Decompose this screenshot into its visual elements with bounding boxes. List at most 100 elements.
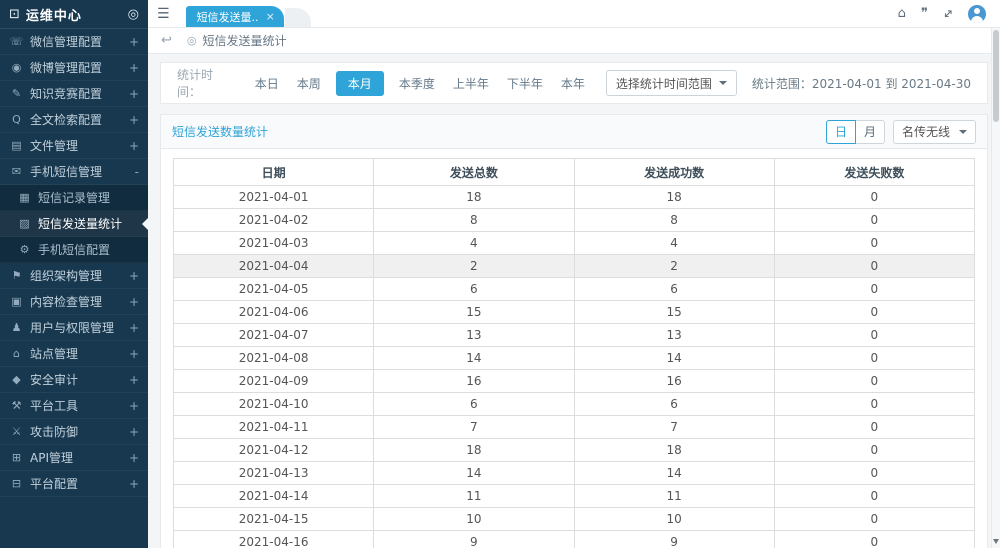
- table-row[interactable]: 2021-04-11770: [174, 416, 975, 439]
- table-cell: 4: [374, 232, 574, 255]
- filter-option[interactable]: 本年: [561, 75, 585, 92]
- sidebar-toggle-icon[interactable]: ☰: [157, 6, 170, 22]
- sidebar-item-label: 手机短信管理: [30, 163, 131, 180]
- tab-bar: ☰ 短信发送量.. × ⌂ ❞ ↕: [148, 0, 1000, 28]
- sms-envelope-icon: ✉: [9, 165, 24, 178]
- table-row[interactable]: 2021-04-05660: [174, 278, 975, 301]
- sidebar-item-label: 知识竞赛配置: [30, 85, 125, 102]
- table-cell: 2021-04-09: [174, 370, 374, 393]
- table-cell: 2021-04-04: [174, 255, 374, 278]
- table-row[interactable]: 2021-04-16990: [174, 531, 975, 548]
- sidebar-item[interactable]: ⊟平台配置+: [0, 471, 148, 497]
- plus-icon: +: [129, 347, 139, 361]
- tab-sms-volume[interactable]: 短信发送量.. ×: [186, 6, 284, 27]
- breadcrumb-bar: ↩ ◎ 短信发送量统计: [148, 28, 1000, 54]
- month-view-button[interactable]: 月: [856, 120, 885, 144]
- table-cell: 2021-04-11: [174, 416, 374, 439]
- sidebar-item[interactable]: ⚙手机短信配置: [0, 237, 148, 263]
- sidebar-item[interactable]: ▨短信发送量统计: [0, 211, 148, 237]
- table-row[interactable]: 2021-04-1411110: [174, 485, 975, 508]
- table-cell: 18: [574, 186, 774, 209]
- sidebar-collapse-icon[interactable]: ◎: [128, 7, 139, 22]
- table-row[interactable]: 2021-04-1510100: [174, 508, 975, 531]
- filter-option[interactable]: 本日: [255, 75, 279, 92]
- sidebar-item[interactable]: ☏微信管理配置+: [0, 29, 148, 55]
- stats-panel: 短信发送数量统计 日月 名传无线 日期发送总数发送成功数发送失败数 2021-0…: [160, 114, 988, 548]
- table-cell: 7: [374, 416, 574, 439]
- sidebar-item-label: 平台配置: [30, 475, 125, 492]
- table-row[interactable]: 2021-04-02880: [174, 209, 975, 232]
- sidebar-item[interactable]: ▦短信记录管理: [0, 185, 148, 211]
- table-cell: 8: [574, 209, 774, 232]
- sidebar-item[interactable]: ⊞API管理+: [0, 445, 148, 471]
- table-row[interactable]: 2021-04-04220: [174, 255, 975, 278]
- sidebar-item[interactable]: ▣内容检查管理+: [0, 289, 148, 315]
- table-cell: 2021-04-01: [174, 186, 374, 209]
- table-row[interactable]: 2021-04-1314140: [174, 462, 975, 485]
- sidebar-submenu: ▦短信记录管理▨短信发送量统计⚙手机短信配置: [0, 185, 148, 263]
- plus-icon: +: [129, 295, 139, 309]
- sidebar-item-label: 组织架构管理: [30, 267, 125, 284]
- home-icon[interactable]: ⌂: [898, 7, 906, 20]
- expand-fullscreen-icon[interactable]: ↕: [940, 6, 956, 22]
- table-row[interactable]: 2021-04-0814140: [174, 347, 975, 370]
- sidebar: ⊡ 运维中心 ◎ ☏微信管理配置+◉微博管理配置+✎知识竞赛配置+Q全文检索配置…: [0, 0, 148, 548]
- back-arrow-icon[interactable]: ↩: [161, 33, 172, 48]
- table-cell: 10: [574, 508, 774, 531]
- app-title: 运维中心: [26, 5, 128, 24]
- panel-title: 短信发送数量统计: [172, 123, 268, 140]
- table-row[interactable]: 2021-04-03440: [174, 232, 975, 255]
- table-row[interactable]: 2021-04-10660: [174, 393, 975, 416]
- sidebar-item[interactable]: ⚒平台工具+: [0, 393, 148, 419]
- table-cell: 2: [574, 255, 774, 278]
- table-cell: 0: [774, 347, 974, 370]
- sidebar-item-label: 安全审计: [30, 371, 125, 388]
- sidebar-item[interactable]: ✎知识竞赛配置+: [0, 81, 148, 107]
- sidebar-item[interactable]: ⚑组织架构管理+: [0, 263, 148, 289]
- scrollbar[interactable]: [991, 28, 1000, 548]
- close-icon[interactable]: ×: [266, 10, 275, 23]
- comments-icon[interactable]: ❞: [921, 7, 928, 20]
- sidebar-item[interactable]: ◉微博管理配置+: [0, 55, 148, 81]
- sidebar-item[interactable]: ▤文件管理+: [0, 133, 148, 159]
- scrollbar-thumb[interactable]: [993, 30, 999, 122]
- sidebar-item-label: 全文检索配置: [30, 111, 125, 128]
- filter-option[interactable]: 下半年: [507, 75, 543, 92]
- user-avatar[interactable]: [968, 5, 986, 23]
- sidebar-item-label: 文件管理: [30, 137, 125, 154]
- filter-option[interactable]: 本季度: [399, 75, 435, 92]
- table-cell: 15: [574, 301, 774, 324]
- fulltext-search-icon: Q: [9, 113, 24, 126]
- filter-label: 统计时间：: [177, 66, 236, 100]
- sidebar-item[interactable]: ✉手机短信管理-: [0, 159, 148, 185]
- filter-option[interactable]: 上半年: [453, 75, 489, 92]
- shield-icon: ◆: [9, 373, 24, 386]
- sidebar-item[interactable]: ⚔攻击防御+: [0, 419, 148, 445]
- table-row[interactable]: 2021-04-0615150: [174, 301, 975, 324]
- table-cell: 6: [374, 393, 574, 416]
- filter-option[interactable]: 本周: [297, 75, 321, 92]
- date-range-dropdown[interactable]: 选择统计时间范围: [606, 70, 737, 96]
- site-icon: ⌂: [9, 347, 24, 360]
- filter-option[interactable]: 本月: [336, 71, 384, 96]
- table-row[interactable]: 2021-04-0118180: [174, 186, 975, 209]
- file-icon: ▤: [9, 139, 24, 152]
- table-row[interactable]: 2021-04-1218180: [174, 439, 975, 462]
- sidebar-item[interactable]: ♟用户与权限管理+: [0, 315, 148, 341]
- table-cell: 13: [374, 324, 574, 347]
- scroll-down-icon[interactable]: [993, 539, 999, 547]
- day-view-button[interactable]: 日: [826, 120, 856, 144]
- table-cell: 0: [774, 324, 974, 347]
- wechat-comment-icon: ☏: [9, 35, 24, 48]
- sidebar-item[interactable]: ◆安全审计+: [0, 367, 148, 393]
- channel-select[interactable]: 名传无线: [893, 120, 976, 144]
- sidebar-item[interactable]: Q全文检索配置+: [0, 107, 148, 133]
- table-cell: 4: [574, 232, 774, 255]
- filter-panel: 统计时间： 本日本周本月本季度上半年下半年本年 选择统计时间范围 统计范围：20…: [160, 62, 988, 104]
- sidebar-item[interactable]: ⌂站点管理+: [0, 341, 148, 367]
- table-row[interactable]: 2021-04-0713130: [174, 324, 975, 347]
- table-cell: 14: [574, 462, 774, 485]
- column-header: 发送失败数: [774, 159, 974, 186]
- table-row[interactable]: 2021-04-0916160: [174, 370, 975, 393]
- table-cell: 13: [574, 324, 774, 347]
